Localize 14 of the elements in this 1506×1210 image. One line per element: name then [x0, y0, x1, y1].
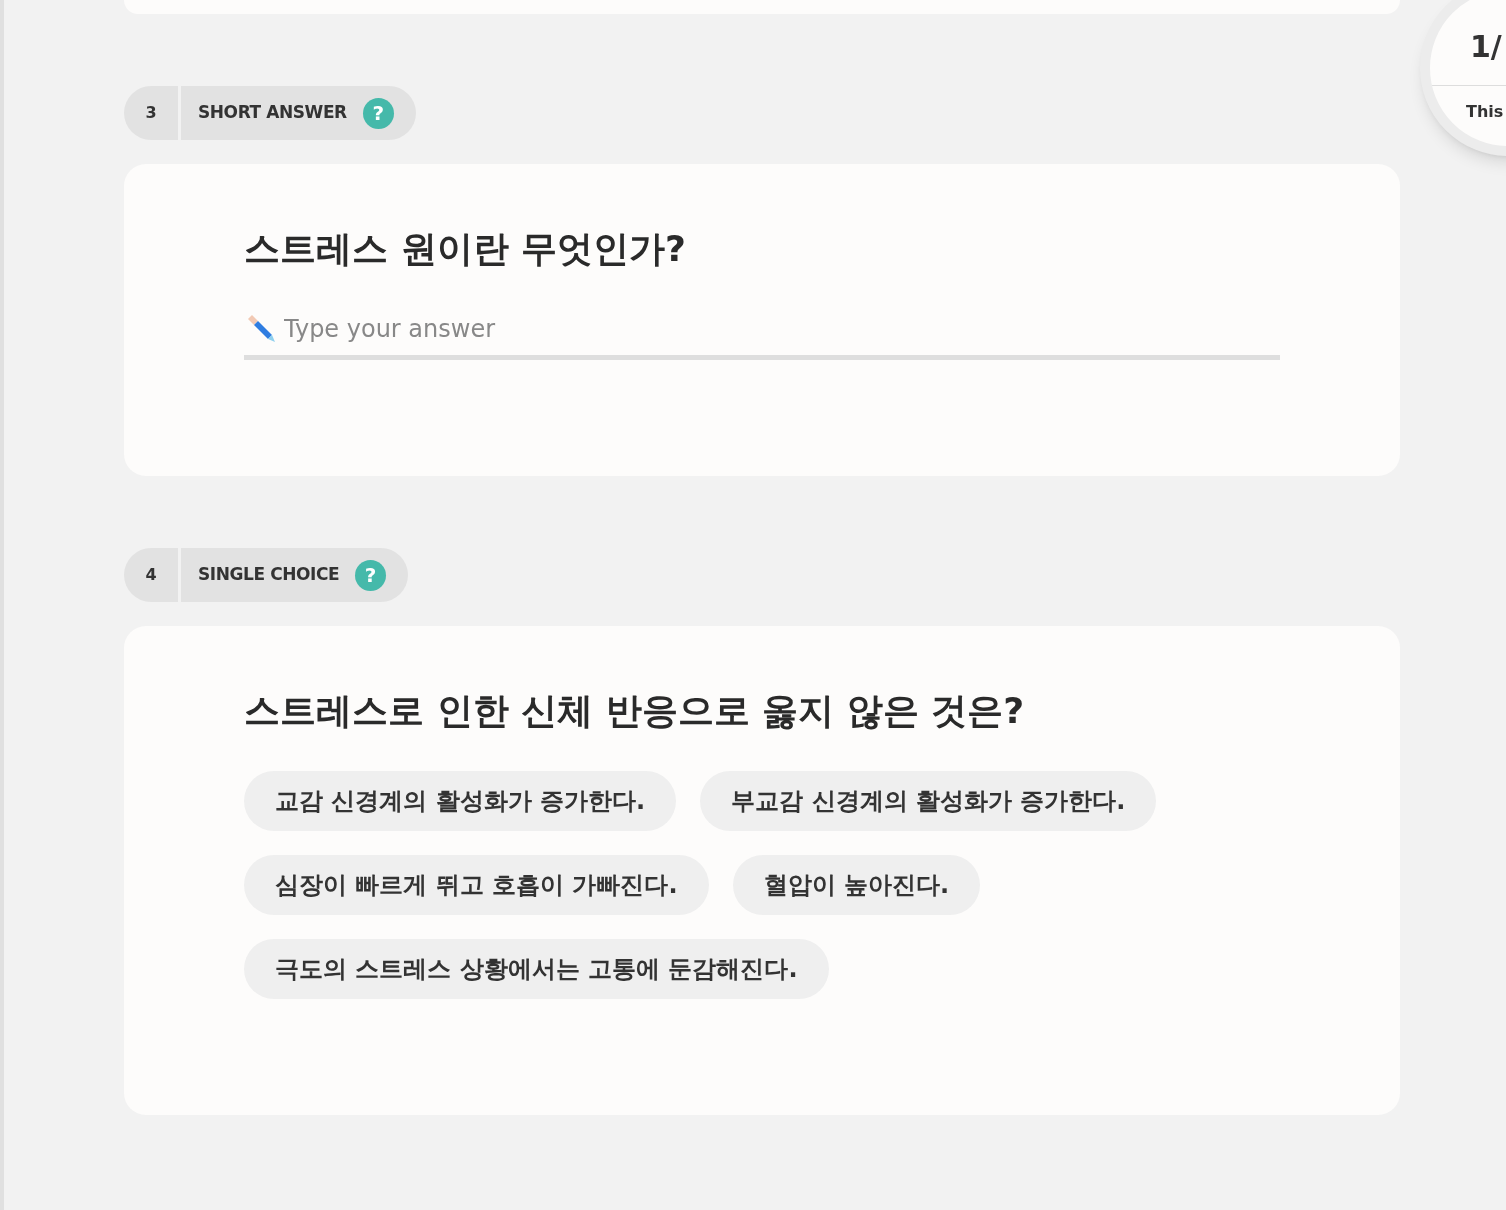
- question-number: 4: [144, 564, 158, 586]
- answer-option[interactable]: 심장이 빠르게 뛰고 호흡이 가빠진다.: [244, 855, 709, 915]
- question-title: 스트레스 원이란 무엇인가?: [244, 227, 687, 271]
- progress-count: 1/: [1470, 28, 1502, 66]
- question-number: 3: [144, 102, 158, 124]
- answer-option[interactable]: 극도의 스트레스 상황에서는 고통에 둔감해진다.: [244, 939, 829, 999]
- answer-field[interactable]: Type your answer: [284, 311, 1280, 347]
- answer-option[interactable]: 교감 신경계의 활성화가 증가한다.: [244, 771, 677, 831]
- answer-option[interactable]: 혈압이 높아진다.: [732, 855, 981, 915]
- question-type-label: SINGLE CHOICE: [198, 563, 340, 587]
- answer-option[interactable]: 부교감 신경계의 활성화가 증가한다.: [700, 771, 1157, 831]
- question-type-label: SHORT ANSWER: [198, 101, 347, 125]
- question-title: 스트레스로 인한 신체 반응으로 옳지 않은 것은?: [244, 689, 1026, 733]
- progress-caption: This: [1465, 101, 1505, 123]
